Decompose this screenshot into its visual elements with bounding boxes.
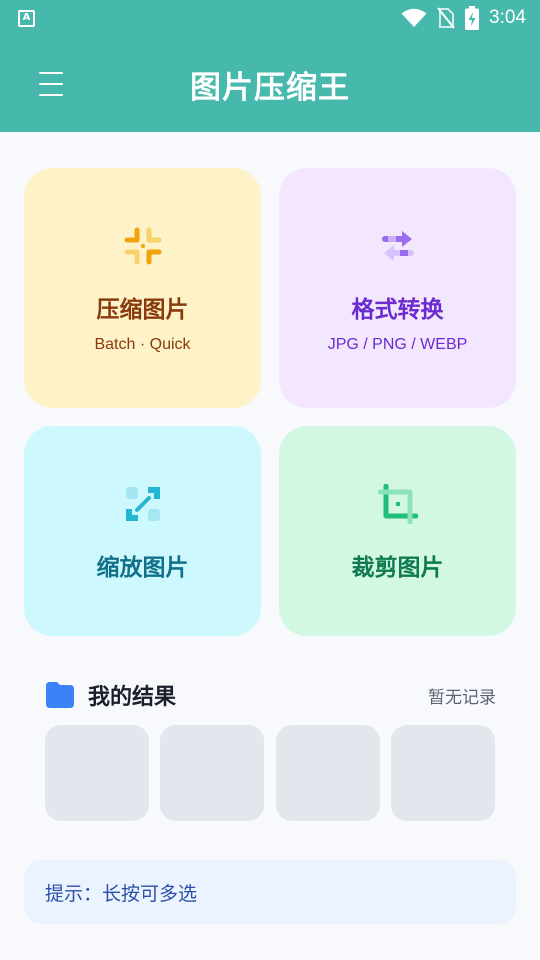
result-thumbnail-placeholder[interactable]: [275, 725, 380, 821]
resize-images-card[interactable]: 缩放图片: [24, 426, 261, 636]
menu-icon-bar: [39, 72, 63, 74]
menu-icon-bar: [39, 83, 63, 85]
wifi-icon: [401, 8, 427, 27]
results-empty-label: 暂无记录: [428, 687, 496, 708]
format-convert-card[interactable]: 格式转换 JPG / PNG / WEBP: [279, 168, 516, 408]
folder-icon: [46, 682, 74, 708]
results-header: 我的结果 暂无记录: [46, 678, 496, 712]
compress-icon: [124, 227, 161, 265]
results-thumbnails: [45, 725, 495, 821]
status-bar: A 3:04: [0, 0, 540, 36]
result-thumbnail-placeholder[interactable]: [45, 725, 149, 821]
convert-icon: [381, 231, 414, 261]
menu-button[interactable]: [26, 62, 76, 106]
results-title: 我的结果: [88, 685, 177, 710]
tip-banner: 提示：长按可多选: [24, 860, 516, 924]
card-title: 格式转换: [351, 297, 444, 323]
app-title: 图片压缩王: [190, 69, 350, 106]
menu-icon-bar: [39, 94, 63, 96]
battery-charging-icon: [465, 6, 480, 30]
card-title: 裁剪图片: [351, 555, 444, 581]
result-thumbnail-placeholder[interactable]: [390, 725, 495, 821]
compress-images-card[interactable]: 压缩图片 Batch · Quick: [24, 168, 261, 408]
app-bar: 图片压缩王: [0, 36, 540, 132]
card-title: 压缩图片: [96, 297, 189, 323]
crop-icon: [377, 484, 418, 524]
clock: 3:04: [489, 7, 526, 28]
card-title: 缩放图片: [96, 555, 189, 581]
app-notification-icon: A: [18, 9, 35, 27]
crop-images-card[interactable]: 裁剪图片: [279, 426, 516, 636]
card-subtitle: Batch · Quick: [94, 336, 191, 353]
result-thumbnail-placeholder[interactable]: [160, 725, 265, 821]
resize-icon: [125, 487, 160, 521]
no-sim-icon: [437, 7, 455, 29]
tip-text: 提示：长按可多选: [45, 882, 198, 905]
card-subtitle: JPG / PNG / WEBP: [327, 336, 468, 353]
